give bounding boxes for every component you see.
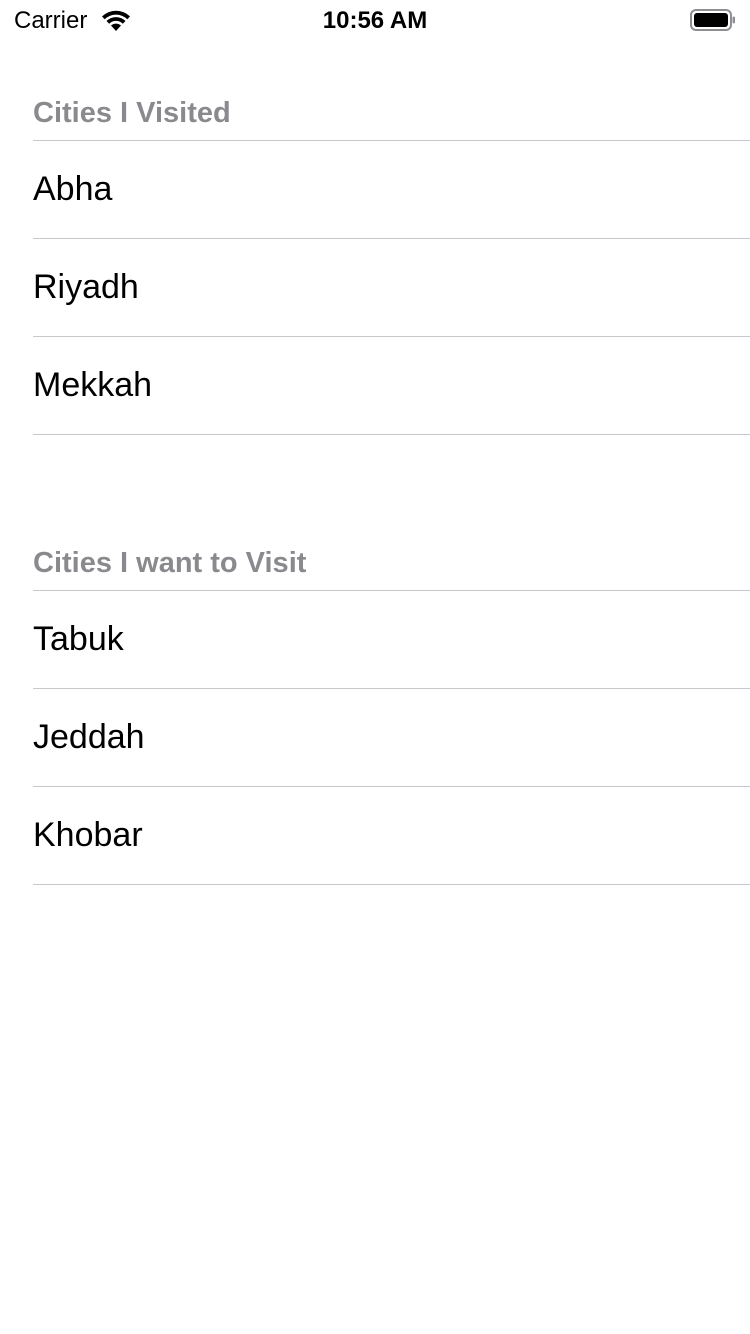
list-item-label: Tabuk — [33, 620, 124, 658]
status-time: 10:56 AM — [322, 7, 428, 34]
status-bar: Carrier 10:56 AM — [0, 0, 750, 40]
list-item[interactable]: Riyadh — [33, 239, 750, 337]
battery-icon — [690, 8, 736, 32]
section-title: Cities I want to Visit — [33, 547, 307, 579]
list-item[interactable]: Tabuk — [33, 591, 750, 689]
list-item[interactable]: Khobar — [33, 787, 750, 885]
section-header: Cities I want to Visit — [33, 538, 750, 591]
list-item-label: Mekkah — [33, 366, 153, 404]
section-title: Cities I Visited — [33, 97, 231, 129]
list-item-label: Khobar — [33, 816, 143, 854]
list-item-label: Riyadh — [33, 268, 139, 306]
list-item[interactable]: Abha — [33, 141, 750, 239]
list-item-label: Jeddah — [33, 718, 145, 756]
list-item[interactable]: Mekkah — [33, 337, 750, 435]
section-cities-visited: Cities I Visited Abha Riyadh Mekkah — [0, 88, 750, 435]
list-item-label: Abha — [33, 170, 113, 208]
list-item[interactable]: Jeddah — [33, 689, 750, 787]
section-cities-to-visit: Cities I want to Visit Tabuk Jeddah Khob… — [0, 538, 750, 885]
section-header: Cities I Visited — [33, 88, 750, 141]
